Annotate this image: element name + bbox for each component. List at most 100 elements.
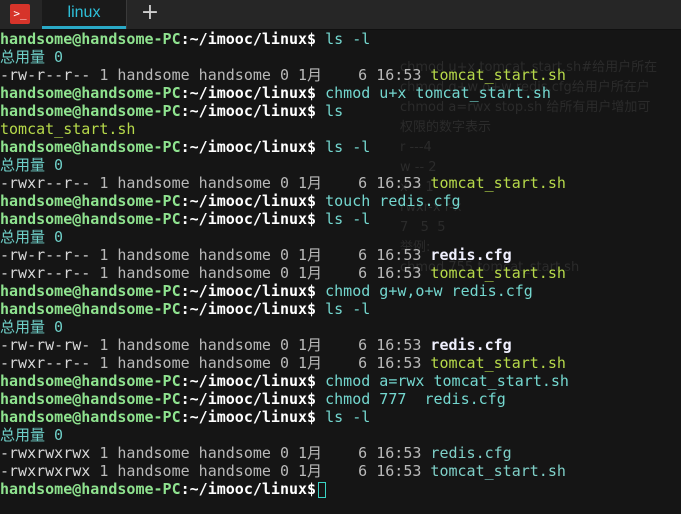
- prompt-path: :~/imooc/linux$: [180, 102, 317, 120]
- prompt-path: :~/imooc/linux$: [180, 372, 317, 390]
- file-entry-line: -rw-r--r-- 1 handsome handsome 0 1月 6 16…: [0, 66, 569, 84]
- prompt-path: :~/imooc/linux$: [180, 480, 317, 498]
- file-meta: 1 handsome handsome 0 1月 6 16:53: [90, 246, 431, 264]
- prompt-line: handsome@handsome-PC:~/imooc/linux$ touc…: [0, 192, 569, 210]
- prompt-user-host: handsome@handsome-PC: [0, 84, 181, 102]
- permission-string: -rwxr--r--: [0, 264, 91, 282]
- prompt-user-host: handsome@handsome-PC: [0, 480, 181, 498]
- command-text: ls -l: [316, 138, 371, 156]
- prompt-line: handsome@handsome-PC:~/imooc/linux$ ls -…: [0, 210, 569, 228]
- file-meta: 1 handsome handsome 0 1月 6 16:53: [90, 66, 431, 84]
- file-name: tomcat_start.sh: [430, 264, 566, 282]
- total-line: 总用量 0: [0, 228, 569, 246]
- prompt-line: handsome@handsome-PC:~/imooc/linux$: [0, 480, 569, 498]
- file-meta: 1 handsome handsome 0 1月 6 16:53: [90, 336, 431, 354]
- command-text: ls: [316, 102, 344, 120]
- prompt-line: handsome@handsome-PC:~/imooc/linux$ chmo…: [0, 84, 569, 102]
- prompt-line: handsome@handsome-PC:~/imooc/linux$ chmo…: [0, 372, 569, 390]
- prompt-user-host: handsome@handsome-PC: [0, 282, 181, 300]
- total-text: 总用量 0: [0, 426, 64, 444]
- file-name: tomcat_start.sh: [430, 66, 566, 84]
- prompt-user-host: handsome@handsome-PC: [0, 192, 181, 210]
- command-text: chmod a=rwx tomcat_start.sh: [316, 372, 569, 390]
- file-meta: 1 handsome handsome 0 1月 6 16:53: [90, 354, 431, 372]
- prompt-line: handsome@handsome-PC:~/imooc/linux$ ls -…: [0, 300, 569, 318]
- prompt-line: handsome@handsome-PC:~/imooc/linux$ ls -…: [0, 30, 569, 48]
- prompt-user-host: handsome@handsome-PC: [0, 102, 181, 120]
- total-text: 总用量 0: [0, 228, 64, 246]
- tab-linux[interactable]: linux: [42, 0, 126, 29]
- file-meta: 1 handsome handsome 0 1月 6 16:53: [90, 462, 431, 480]
- tab-label: linux: [67, 4, 101, 21]
- file-entry-line: -rw-rw-rw- 1 handsome handsome 0 1月 6 16…: [0, 336, 569, 354]
- total-line: 总用量 0: [0, 426, 569, 444]
- prompt-path: :~/imooc/linux$: [180, 192, 317, 210]
- prompt-user-host: handsome@handsome-PC: [0, 300, 181, 318]
- text-cursor[interactable]: [318, 481, 327, 498]
- prompt-path: :~/imooc/linux$: [180, 138, 317, 156]
- file-meta: 1 handsome handsome 0 1月 6 16:53: [90, 444, 431, 462]
- total-text: 总用量 0: [0, 48, 64, 66]
- permission-string: -rw-r--r--: [0, 246, 91, 264]
- prompt-path: :~/imooc/linux$: [180, 390, 317, 408]
- command-text: chmod 777 redis.cfg: [316, 390, 506, 408]
- total-line: 总用量 0: [0, 318, 569, 336]
- terminal-output[interactable]: chmod u+x tomcat_start.sh#给用户所在 chmod g+w…: [0, 30, 681, 514]
- file-name: redis.cfg: [430, 246, 512, 264]
- permission-string: -rwxr--r--: [0, 354, 91, 372]
- command-text: chmod g+w,o+w redis.cfg: [316, 282, 533, 300]
- file-entry-line: -rw-r--r-- 1 handsome handsome 0 1月 6 16…: [0, 246, 569, 264]
- command-text: touch redis.cfg: [316, 192, 461, 210]
- file-meta: 1 handsome handsome 0 1月 6 16:53: [90, 264, 431, 282]
- total-text: 总用量 0: [0, 156, 64, 174]
- file-entry-line: -rwxrwxrwx 1 handsome handsome 0 1月 6 16…: [0, 444, 569, 462]
- total-line: 总用量 0: [0, 156, 569, 174]
- prompt-user-host: handsome@handsome-PC: [0, 30, 181, 48]
- file-name: tomcat_start.sh: [0, 120, 136, 138]
- file-entry-line: -rwxr--r-- 1 handsome handsome 0 1月 6 16…: [0, 174, 569, 192]
- prompt-line: handsome@handsome-PC:~/imooc/linux$ ls: [0, 102, 569, 120]
- prompt-path: :~/imooc/linux$: [180, 282, 317, 300]
- terminal-app-icon[interactable]: >_: [10, 4, 30, 24]
- prompt-line: handsome@handsome-PC:~/imooc/linux$ ls -…: [0, 138, 569, 156]
- file-name: redis.cfg: [430, 336, 512, 354]
- command-text: chmod u+x tomcat_start.sh: [316, 84, 551, 102]
- prompt-line: handsome@handsome-PC:~/imooc/linux$ ls -…: [0, 408, 569, 426]
- prompt-line: handsome@handsome-PC:~/imooc/linux$ chmo…: [0, 282, 569, 300]
- prompt-user-host: handsome@handsome-PC: [0, 390, 181, 408]
- tab-separator: [126, 0, 127, 29]
- file-name: tomcat_start.sh: [430, 462, 566, 480]
- command-text: ls -l: [316, 30, 371, 48]
- prompt-line: handsome@handsome-PC:~/imooc/linux$ chmo…: [0, 390, 569, 408]
- prompt-user-host: handsome@handsome-PC: [0, 138, 181, 156]
- prompt-user-host: handsome@handsome-PC: [0, 372, 181, 390]
- permission-string: -rwxrwxrwx: [0, 444, 91, 462]
- file-entry-line: -rwxr--r-- 1 handsome handsome 0 1月 6 16…: [0, 264, 569, 282]
- prompt-path: :~/imooc/linux$: [180, 30, 317, 48]
- prompt-path: :~/imooc/linux$: [180, 84, 317, 102]
- file-entry-line: -rwxrwxrwx 1 handsome handsome 0 1月 6 16…: [0, 462, 569, 480]
- prompt-user-host: handsome@handsome-PC: [0, 408, 181, 426]
- file-entry-line: -rwxr--r-- 1 handsome handsome 0 1月 6 16…: [0, 354, 569, 372]
- file-name: redis.cfg: [430, 444, 512, 462]
- command-text: ls -l: [316, 408, 371, 426]
- output-line: tomcat_start.sh: [0, 120, 569, 138]
- file-name: tomcat_start.sh: [430, 354, 566, 372]
- command-text: ls -l: [316, 300, 371, 318]
- prompt-path: :~/imooc/linux$: [180, 210, 317, 228]
- tab-bar: >_ linux +: [0, 0, 681, 30]
- new-tab-plus-icon[interactable]: +: [137, 2, 163, 26]
- prompt-path: :~/imooc/linux$: [180, 408, 317, 426]
- prompt-path: :~/imooc/linux$: [180, 300, 317, 318]
- file-meta: 1 handsome handsome 0 1月 6 16:53: [90, 174, 431, 192]
- permission-string: -rw-rw-rw-: [0, 336, 91, 354]
- prompt-user-host: handsome@handsome-PC: [0, 210, 181, 228]
- file-name: tomcat_start.sh: [430, 174, 566, 192]
- terminal-lines: handsome@handsome-PC:~/imooc/linux$ ls -…: [0, 30, 569, 498]
- permission-string: -rw-r--r--: [0, 66, 91, 84]
- permission-string: -rwxr--r--: [0, 174, 91, 192]
- total-text: 总用量 0: [0, 318, 64, 336]
- permission-string: -rwxrwxrwx: [0, 462, 91, 480]
- total-line: 总用量 0: [0, 48, 569, 66]
- command-text: ls -l: [316, 210, 371, 228]
